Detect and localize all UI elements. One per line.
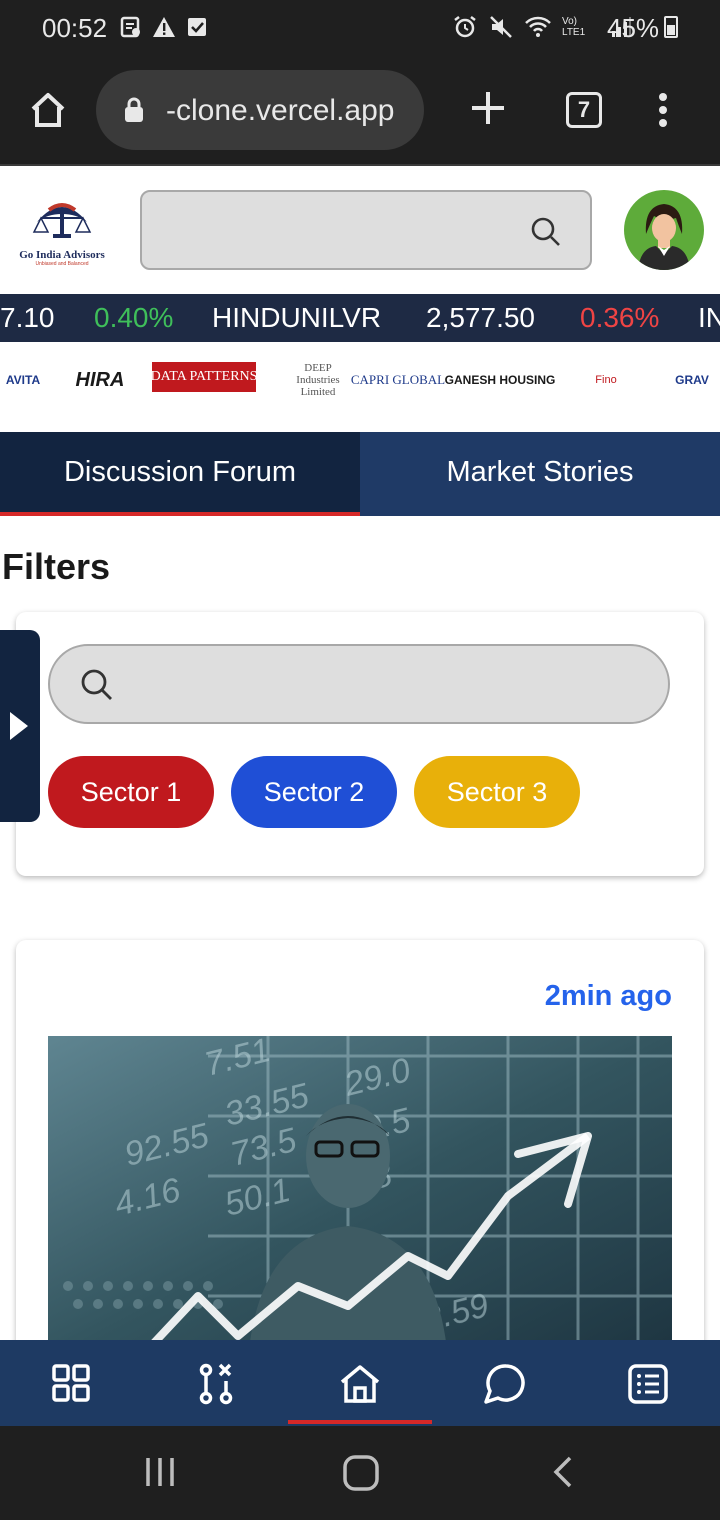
sector-2-chip[interactable]: Sector 2 <box>231 756 397 828</box>
sidebar-toggle-button[interactable] <box>0 630 40 822</box>
logo-name: Go India Advisors <box>19 249 105 261</box>
system-navigation-bar <box>0 1426 720 1520</box>
back-icon[interactable] <box>548 1454 578 1490</box>
user-avatar[interactable] <box>624 190 704 270</box>
filters-heading: Filters <box>2 546 111 587</box>
site-logo[interactable]: Go India Advisors Unbiased and Balanced <box>14 198 110 267</box>
story-timestamp: 2min ago <box>544 980 672 1012</box>
ticker-symbol[interactable]: IN <box>698 302 720 334</box>
warning-icon <box>153 17 175 37</box>
alarm-icon <box>454 16 476 38</box>
chevron-right-icon <box>10 712 28 740</box>
partner-logo[interactable]: DATA PATTERNS <box>151 362 257 392</box>
system-home-icon[interactable] <box>342 1454 380 1492</box>
ticker-symbol[interactable]: HINDUNILVR <box>212 302 381 334</box>
ticker-price: 7.10 <box>0 302 55 333</box>
stock-chart-photo: 7.51 33.55 29.0 92.55 73.5 10.5 4.16 50.… <box>48 1036 672 1360</box>
partner-logo[interactable]: DEEP Industries Limited <box>258 354 348 406</box>
clipboard-icon <box>120 16 140 38</box>
partner-logo[interactable]: AVITA <box>0 354 46 406</box>
tab-discussion-forum[interactable]: Discussion Forum <box>0 432 360 516</box>
mute-icon <box>490 16 512 38</box>
site-header: Go India Advisors Unbiased and Balanced <box>0 168 720 294</box>
more-menu-icon[interactable] <box>656 92 670 128</box>
battery-icon <box>664 16 678 38</box>
nav-compare[interactable] <box>144 1340 288 1426</box>
scales-logo-icon <box>32 203 92 238</box>
filter-search-input[interactable] <box>48 644 670 724</box>
status-bar: 00:52 Vo) LTE1 45% <box>0 0 720 56</box>
nav-chat[interactable] <box>432 1340 576 1426</box>
address-bar[interactable]: -clone.vercel.app <box>96 70 424 150</box>
home-icon <box>340 1365 380 1403</box>
compare-icon <box>199 1363 233 1405</box>
tab-switcher-button[interactable]: 7 <box>566 92 602 128</box>
network-label: Vo) LTE1 <box>562 16 586 38</box>
story-image[interactable]: 7.51 33.55 29.0 92.55 73.5 10.5 4.16 50.… <box>48 1036 672 1360</box>
bottom-navigation <box>0 1340 720 1426</box>
ticker-change-up: 0.40% <box>94 302 174 333</box>
logo-tagline: Unbiased and Balanced <box>35 261 89 267</box>
new-tab-icon[interactable] <box>468 88 508 128</box>
sector-3-chip[interactable]: Sector 3 <box>414 756 580 828</box>
notification-icons <box>120 16 208 38</box>
nav-dashboard[interactable] <box>0 1340 144 1426</box>
nav-list[interactable] <box>576 1340 720 1426</box>
list-icon <box>628 1364 668 1404</box>
check-box-icon <box>188 18 206 36</box>
partner-logo[interactable]: GRAV <box>662 354 720 406</box>
chat-icon <box>484 1364 525 1404</box>
browser-toolbar: -clone.vercel.app 7 <box>0 56 720 166</box>
lock-icon <box>125 97 143 122</box>
grid-icon <box>52 1364 90 1402</box>
partner-logo[interactable]: CAPRI GLOBAL <box>350 354 446 406</box>
search-icon[interactable] <box>530 216 562 248</box>
ticker-change-down: 0.36% <box>580 302 660 333</box>
partner-logo[interactable]: Fino <box>556 354 656 406</box>
nav-home[interactable] <box>288 1340 432 1426</box>
filter-card: Sector 1 Sector 2 Sector 3 <box>16 612 704 876</box>
tab-market-stories[interactable]: Market Stories <box>360 432 720 516</box>
partner-logo[interactable]: HIRA <box>50 354 150 406</box>
user-avatar-icon <box>638 204 690 270</box>
battery-percent: 45% <box>607 13 660 43</box>
recents-icon[interactable] <box>142 1454 178 1490</box>
active-nav-indicator <box>288 1420 432 1424</box>
story-card[interactable]: 2min ago 7.51 33.55 29.0 92.55 73.5 4.16… <box>16 940 704 1360</box>
search-icon <box>81 669 112 700</box>
section-tabs: Discussion Forum Market Stories <box>0 432 720 516</box>
system-icons: Vo) LTE1 <box>452 14 632 40</box>
partner-logo-strip: AVITA HIRA DATA PATTERNS DEEP Industries… <box>0 350 720 414</box>
stock-ticker: 7.10 0.40% HINDUNILVR 2,577.50 0.36% IN <box>0 294 720 342</box>
url-text: -clone.vercel.app <box>166 94 395 127</box>
partner-logo[interactable]: GANESH HOUSING <box>445 354 556 406</box>
status-time: 00:52 <box>42 13 108 43</box>
browser-home-icon[interactable] <box>28 90 68 130</box>
sector-1-chip[interactable]: Sector 1 <box>48 756 214 828</box>
wifi-icon <box>525 16 551 37</box>
ticker-price: 2,577.50 <box>426 302 535 333</box>
header-search-input[interactable] <box>140 190 592 270</box>
